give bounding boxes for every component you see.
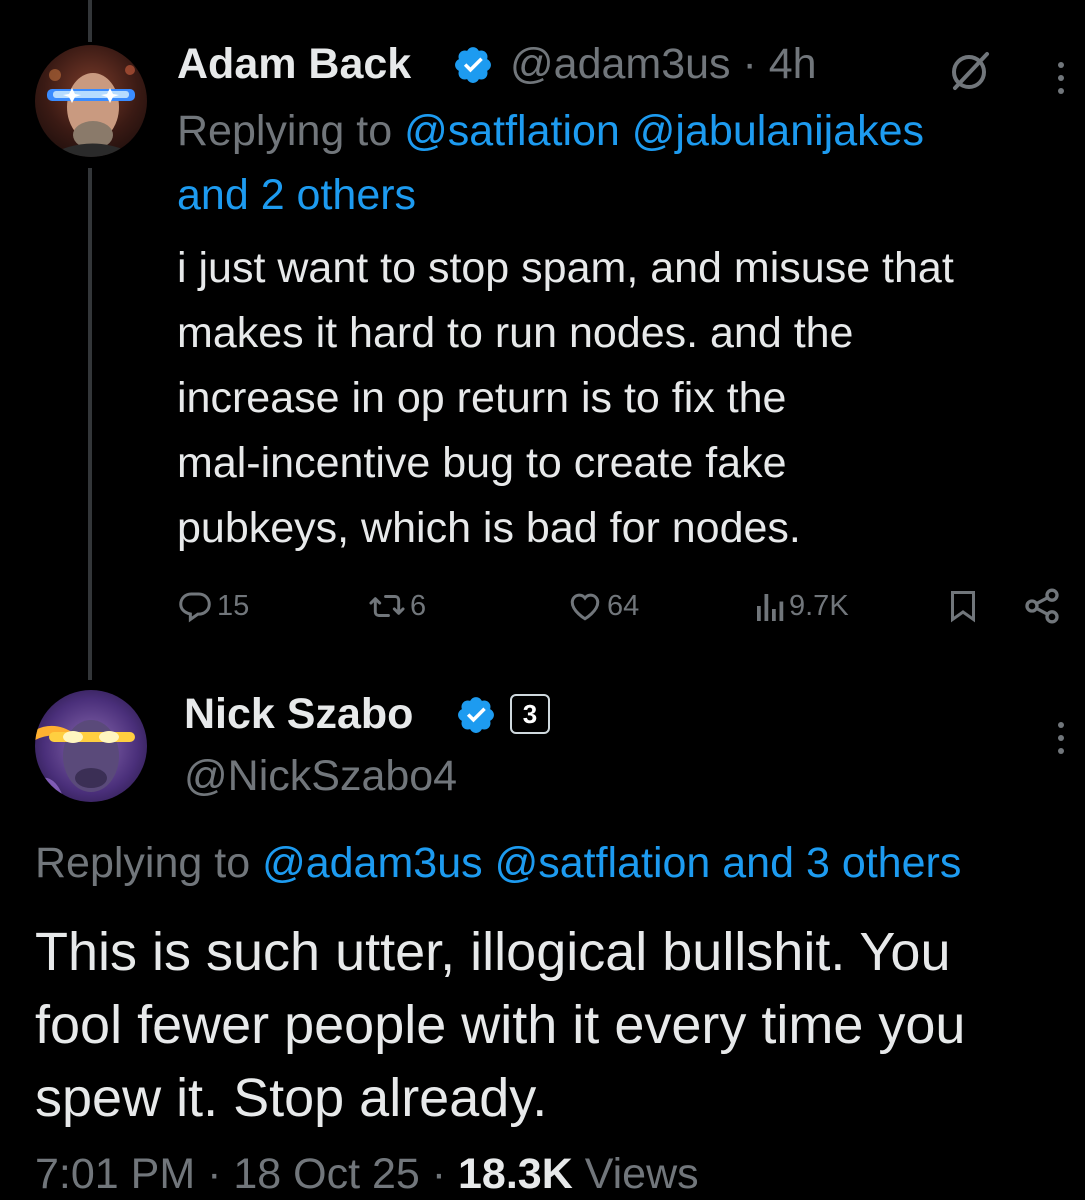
tweet1-body-line: i just want to stop spam, and misuse tha… [177,244,954,292]
repost-count: 6 [410,589,427,622]
tweet1-replying-to-more: and 2 others [177,164,416,226]
tweet2-author-name[interactable]: Nick Szabo [184,690,413,739]
reply-mentions[interactable]: @satflation @jabulanijakes [404,107,924,155]
tweet1-body-line: makes it hard to run nodes. and the [177,309,854,357]
bookmark-button[interactable] [945,584,981,628]
like-icon [570,593,600,621]
tweet1-handle-time[interactable]: @adam3us · 4h [510,40,817,89]
reply-count: 15 [217,589,250,622]
verified-badge-icon[interactable] [452,44,494,86]
affiliate-badge-icon[interactable]: 3 [510,694,550,734]
reply-others-link[interactable]: and 2 others [177,171,416,219]
tweet1-replying-to: Replying to @satflation @jabulanijakes [177,100,924,162]
tweet2-timestamp[interactable]: 7:01 PM · 18 Oct 25 · [35,1150,458,1198]
reply-button[interactable]: 15 [177,584,249,628]
verified-badge-icon[interactable] [455,694,497,736]
bookmark-icon [951,591,975,623]
repost-icon [369,595,405,617]
tweet1-body-line: pubkeys, which is bad for nodes. [177,504,801,552]
tweet-thread: Adam Back @adam3us · 4h Replying to @sat… [0,0,1085,1200]
reply-mentions[interactable]: @adam3us @satflation and 3 others [262,839,961,887]
thread-connector-top [88,0,92,42]
tweet2-body: This is such utter, illogical bullshit. … [35,916,965,1135]
affiliate-badge-label: 3 [522,698,538,729]
tweet2-body-line: fool fewer people with it every time you [35,995,966,1055]
replying-to-label: Replying to [35,839,263,887]
tweet2-replying-to: Replying to @adam3us @satflation and 3 o… [35,832,961,894]
grok-icon[interactable] [945,46,995,96]
tweet2-views-label: Views [572,1150,699,1198]
more-options-icon[interactable] [1053,722,1069,761]
tweet2-handle[interactable]: @NickSzabo4 [184,752,457,801]
tweet2-meta: 7:01 PM · 18 Oct 25 · 18.3K Views [35,1150,699,1199]
tweet1-body-line: increase in op return is to fix the [177,374,787,422]
avatar-adam-back[interactable] [35,45,147,157]
tweet1-author-name[interactable]: Adam Back [177,40,411,89]
tweet1-body-line: mal-incentive bug to create fake [177,439,787,487]
replying-to-label: Replying to [177,107,405,155]
like-button[interactable]: 64 [567,584,639,628]
views-icon [757,594,784,621]
views-count: 9.7K [789,589,849,622]
tweet2-views-count: 18.3K [458,1150,573,1198]
tweet1-body: i just want to stop spam, and misuse tha… [177,236,954,561]
views-button[interactable]: 9.7K [753,584,849,628]
share-button[interactable] [1022,584,1062,628]
reply-icon [179,592,211,623]
like-count: 64 [607,589,640,622]
thread-connector [88,168,92,680]
repost-button[interactable]: 6 [368,584,426,628]
tweet2-body-line: spew it. Stop already. [35,1068,548,1128]
avatar-nick-szabo[interactable] [35,690,147,802]
more-options-icon[interactable] [1053,62,1069,101]
share-icon [1025,588,1059,624]
tweet2-body-line: This is such utter, illogical bullshit. … [35,922,951,982]
